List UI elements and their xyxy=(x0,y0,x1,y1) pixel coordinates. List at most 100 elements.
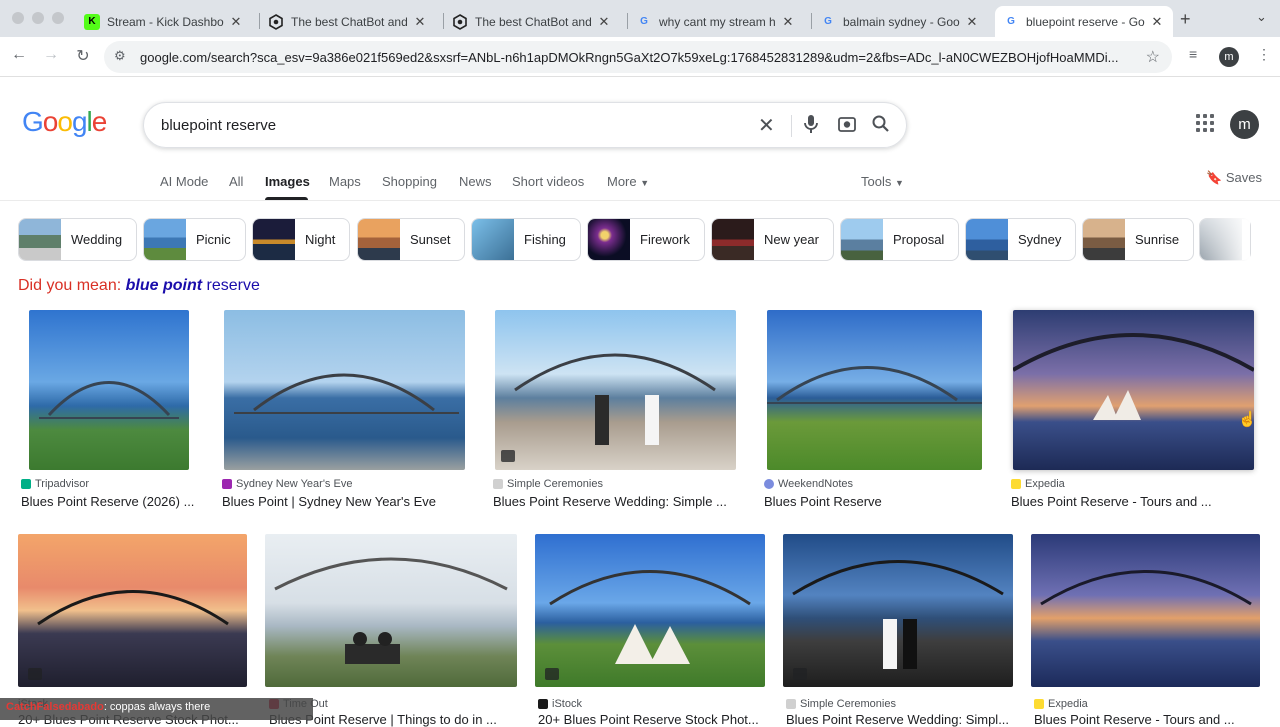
profile-avatar[interactable]: m xyxy=(1219,47,1239,67)
clear-icon[interactable]: ✕ xyxy=(758,113,775,138)
chip-night[interactable]: Night xyxy=(252,218,351,261)
tab-ai-mode[interactable]: AI Mode xyxy=(160,174,208,189)
result-image[interactable] xyxy=(535,534,765,687)
close-icon[interactable]: ✕ xyxy=(780,14,796,30)
did-you-mean: Did you mean: blue point reserve xyxy=(18,277,260,295)
forward-arrow-icon[interactable]: → xyxy=(41,46,61,64)
result-image[interactable] xyxy=(783,534,1013,687)
result-image[interactable] xyxy=(495,310,736,470)
chip-thumbnail xyxy=(358,219,400,260)
did-you-mean-rest[interactable]: reserve xyxy=(207,277,260,294)
chip-label: Fishing xyxy=(524,232,566,247)
account-avatar[interactable]: m xyxy=(1230,110,1259,139)
browser-tab[interactable]: K Stream - Kick Dashboard ✕ xyxy=(76,6,252,37)
chip-thumbnail xyxy=(253,219,295,260)
kebab-menu-icon[interactable]: ⋮ xyxy=(1257,46,1271,63)
chip-thumbnail xyxy=(841,219,883,260)
source-name: Simple Ceremonies xyxy=(800,698,896,710)
result-source: iStock xyxy=(538,698,582,710)
chip-wedding[interactable]: Wedding xyxy=(18,218,138,261)
google-apps-icon[interactable] xyxy=(1196,114,1214,132)
tab-news[interactable]: News xyxy=(459,174,492,189)
new-tab-icon[interactable]: + xyxy=(1180,9,1191,30)
tab-search-chevron-icon[interactable]: ⌄ xyxy=(1256,9,1267,25)
address-bar[interactable]: ⚙ google.com/search?sca_esv=9a386e021f56… xyxy=(104,41,1172,73)
tab-images[interactable]: Images xyxy=(265,174,310,189)
browser-tab[interactable]: The best ChatBot and W ✕ xyxy=(260,6,436,37)
search-input[interactable]: bluepoint reserve xyxy=(161,117,276,134)
did-you-mean-correction[interactable]: blue point xyxy=(126,277,202,294)
chip-label: Sydney xyxy=(1018,232,1062,247)
tools-button[interactable]: Tools ▼ xyxy=(861,174,904,189)
chip-proposal[interactable]: Proposal xyxy=(840,218,960,261)
result-image[interactable] xyxy=(767,310,982,470)
tab-shopping[interactable]: Shopping xyxy=(382,174,437,189)
tab-title: Stream - Kick Dashboard xyxy=(107,14,224,29)
weekendnotes-favicon-icon xyxy=(764,479,774,489)
tab-short-videos[interactable]: Short videos xyxy=(512,174,584,189)
window-minimize-control[interactable] xyxy=(32,12,44,24)
chip-picnic[interactable]: Picnic xyxy=(143,218,246,261)
search-icon[interactable] xyxy=(871,114,891,139)
close-icon[interactable]: ✕ xyxy=(964,14,980,30)
reload-icon[interactable]: ↻ xyxy=(73,46,93,66)
search-box[interactable]: bluepoint reserve ✕ xyxy=(143,102,907,148)
video-badge-icon xyxy=(501,450,515,462)
result-image[interactable] xyxy=(29,310,189,470)
site-info-icon[interactable]: ⚙ xyxy=(114,48,126,64)
result-source: Simple Ceremonies xyxy=(786,698,896,710)
result-image[interactable] xyxy=(224,310,465,470)
chip-label: New year xyxy=(764,232,819,247)
camera-lens-icon[interactable] xyxy=(837,114,857,139)
result-source: Sydney New Year's Eve xyxy=(222,478,352,490)
result-source: WeekendNotes xyxy=(764,478,853,490)
close-icon[interactable]: ✕ xyxy=(228,14,244,30)
video-badge-icon xyxy=(28,668,42,680)
chip-thumbnail xyxy=(472,219,514,260)
result-image[interactable] xyxy=(18,534,247,687)
result-title[interactable]: Blues Point Reserve xyxy=(764,494,984,509)
reading-list-icon[interactable]: ≡ xyxy=(1189,46,1197,62)
expedia-favicon-icon xyxy=(1011,479,1021,489)
chip-sydney[interactable]: Sydney xyxy=(965,218,1077,261)
chip-label: Proposal xyxy=(893,232,945,247)
result-title[interactable]: Blues Point Reserve - Tours and ... xyxy=(1011,494,1251,509)
saves-button[interactable]: 🔖 Saves xyxy=(1206,170,1262,186)
bookmark-star-icon[interactable]: ☆ xyxy=(1146,47,1160,67)
result-image[interactable] xyxy=(265,534,517,687)
result-image[interactable] xyxy=(1031,534,1260,687)
google-favicon-icon: G xyxy=(1007,16,1015,27)
chip-sunset[interactable]: Sunset xyxy=(357,218,466,261)
google-logo[interactable]: Google xyxy=(22,106,107,138)
chip-fishing[interactable]: Fishing xyxy=(471,218,581,261)
result-title[interactable]: Blues Point Reserve (2026) ... xyxy=(21,494,201,509)
chip-label: Night xyxy=(305,232,336,247)
back-arrow-icon[interactable]: ← xyxy=(9,46,29,64)
window-close-control[interactable] xyxy=(12,12,24,24)
tab-all[interactable]: All xyxy=(229,174,243,189)
tab-title: The best ChatBot and W xyxy=(475,14,592,29)
browser-tab[interactable]: The best ChatBot and W ✕ xyxy=(444,6,620,37)
result-image[interactable] xyxy=(1013,310,1254,470)
close-icon[interactable]: ✕ xyxy=(596,14,612,30)
close-icon[interactable]: ✕ xyxy=(1149,14,1165,30)
browser-tab[interactable]: G balmain sydney - Googl ✕ xyxy=(812,6,988,37)
tab-more[interactable]: More ▼ xyxy=(607,174,649,189)
result-title[interactable]: Blues Point | Sydney New Year's Eve xyxy=(222,494,472,509)
video-badge-icon xyxy=(545,668,559,680)
window-zoom-control[interactable] xyxy=(52,12,64,24)
microphone-icon[interactable] xyxy=(802,114,820,139)
url-text[interactable]: google.com/search?sca_esv=9a386e021f569e… xyxy=(140,50,1140,65)
chip-firework[interactable]: Firework xyxy=(587,218,705,261)
result-source: Simple Ceremonies xyxy=(493,478,603,490)
browser-tab-active[interactable]: G bluepoint reserve - Goo ✕ xyxy=(995,6,1173,37)
chip-new-year[interactable]: New year xyxy=(711,218,834,261)
stream-chat-overlay: CatchFalsedabado: coppas always there xyxy=(0,698,313,720)
result-title[interactable]: Blues Point Reserve Wedding: Simple ... xyxy=(493,494,733,509)
chip-sunrise[interactable]: Sunrise xyxy=(1082,218,1195,261)
browser-tab[interactable]: G why cant my stream hea ✕ xyxy=(628,6,804,37)
close-icon[interactable]: ✕ xyxy=(412,14,428,30)
tab-strip: K Stream - Kick Dashboard ✕ The best Cha… xyxy=(0,0,1280,37)
chatbot-favicon-icon xyxy=(452,13,468,30)
tab-maps[interactable]: Maps xyxy=(329,174,361,189)
